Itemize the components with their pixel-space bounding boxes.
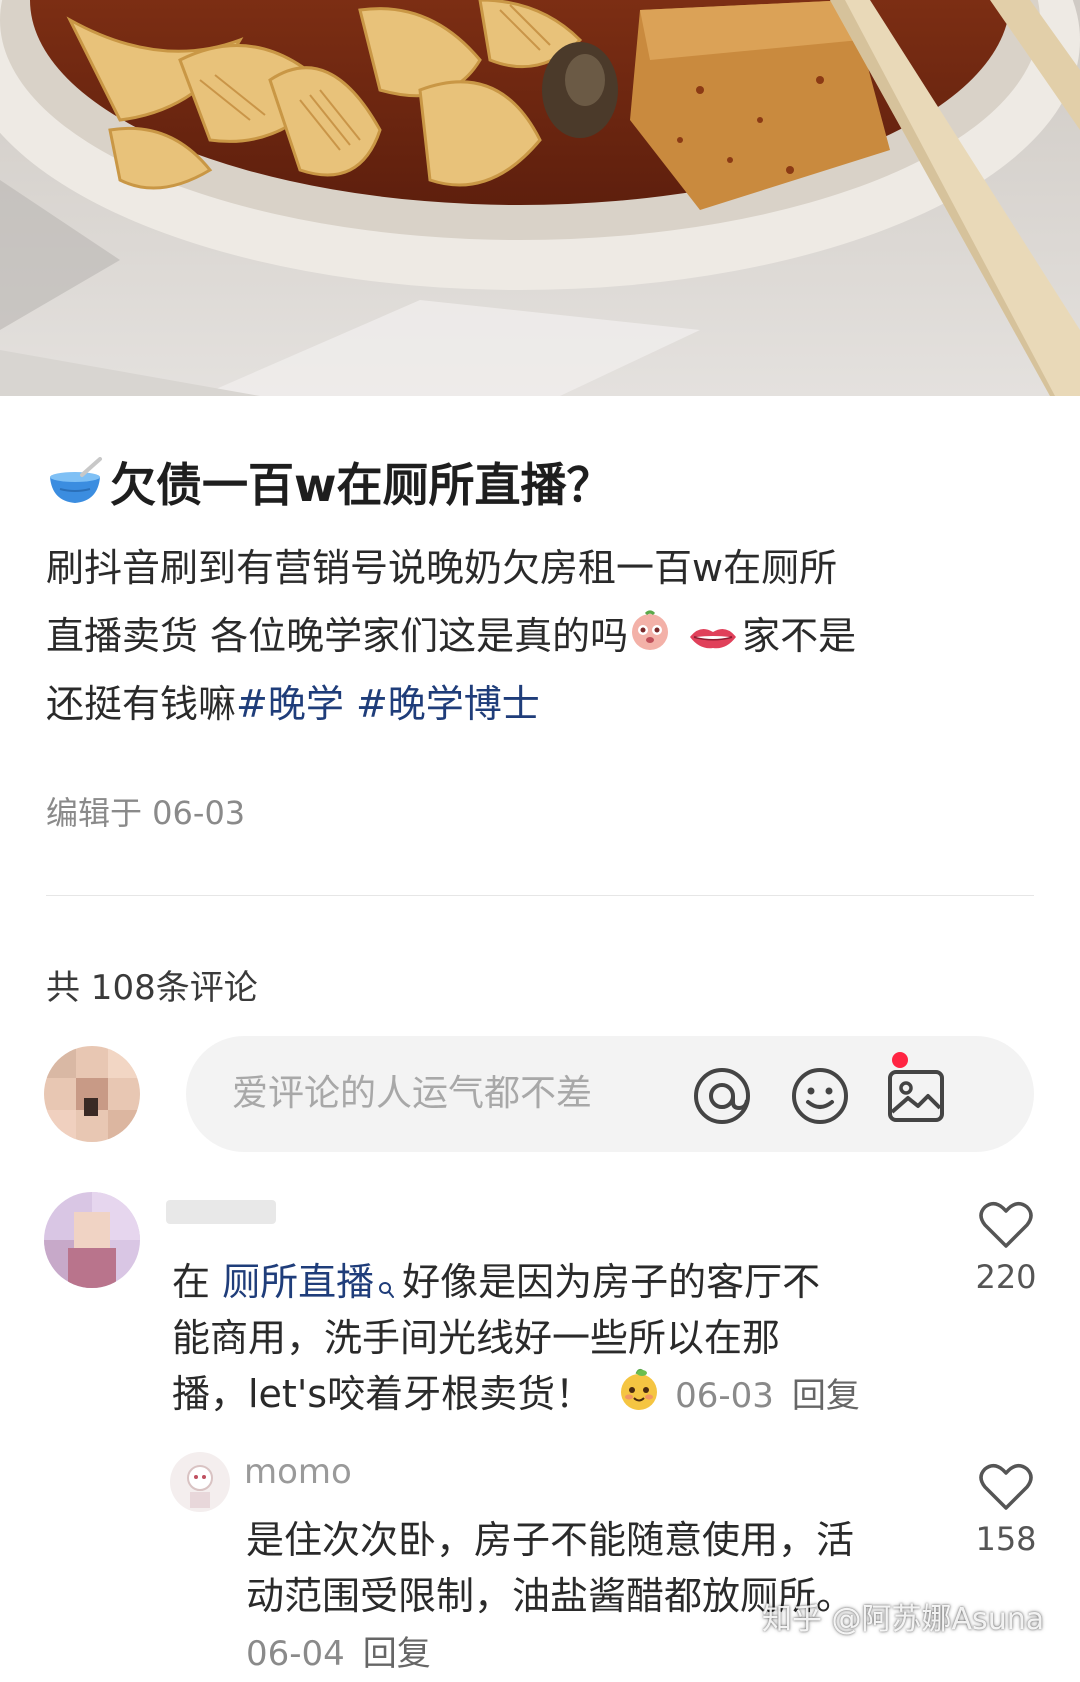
comment-text: 在 — [172, 1260, 211, 1304]
comment-line: 在 厕所直播 好像是因为房子的客厅不 — [172, 1254, 912, 1310]
comment-line: 是住次次卧，房子不能随意使用，活 — [246, 1518, 855, 1562]
comment-count: 共 108条评论 — [46, 968, 258, 1008]
comment-input[interactable]: 爱评论的人运气都不差 — [186, 1036, 1034, 1152]
like-count: 220 — [975, 1258, 1037, 1296]
post-image[interactable] — [0, 0, 1080, 396]
like-button[interactable]: 158 — [966, 1462, 1046, 1558]
comment-body: 在 厕所直播 好像是因为房子的客厅不 能商用，洗手间光线好一些所以在那 播，let… — [172, 1254, 912, 1422]
search-icon[interactable] — [378, 1258, 395, 1314]
post-body-text: 还挺有钱嘛 — [46, 682, 237, 726]
heart-icon[interactable] — [979, 1200, 1033, 1250]
like-button[interactable]: 220 — [966, 1200, 1046, 1296]
hashtag-link[interactable]: #晚学博士 — [356, 682, 540, 726]
post-title-text: 欠债一百w在厕所直播？ — [110, 458, 613, 512]
reply-button[interactable]: 回复 — [363, 1634, 431, 1674]
comment-date: 06-03 — [675, 1376, 774, 1416]
post-body-text: 直播卖货 各位晚学家们这是真的吗 — [46, 614, 629, 658]
bowl-emoji-icon — [46, 457, 104, 507]
mango-face-emoji-icon — [617, 1367, 661, 1426]
commenter-avatar[interactable] — [44, 1192, 140, 1288]
comment-line: 播，let's咬着牙根卖货！ 06-03 回复 — [172, 1366, 912, 1422]
hashtag-link[interactable]: #晚学 — [236, 682, 344, 726]
watermark: 知乎 @阿苏娜Asuna — [762, 1602, 1045, 1637]
username-blurred[interactable] — [166, 1200, 276, 1224]
reply-username[interactable]: momo — [244, 1452, 352, 1492]
at-icon[interactable] — [692, 1066, 752, 1126]
post-title: 欠债一百w在厕所直播？ — [46, 452, 613, 512]
heart-icon[interactable] — [979, 1462, 1033, 1512]
like-count: 158 — [975, 1520, 1037, 1558]
emoji-icon[interactable] — [790, 1066, 850, 1126]
post-body-line: 直播卖货 各位晚学家们这是真的吗 家不是 — [46, 602, 1046, 670]
image-icon[interactable] — [886, 1066, 946, 1126]
post-body-line: 还挺有钱嘛#晚学 #晚学博士 — [46, 670, 1046, 738]
search-keyword-link[interactable]: 厕所直播 — [222, 1260, 374, 1304]
post-body-text: 家不是 — [742, 614, 857, 658]
reply-button[interactable]: 回复 — [792, 1376, 860, 1416]
lips-emoji-icon — [688, 605, 738, 673]
my-avatar[interactable] — [44, 1046, 140, 1142]
comment-text: 好像是因为房子的客厅不 — [402, 1260, 821, 1304]
post-body-line: 刷抖音刷到有营销号说晚奶欠房租一百w在厕所 — [46, 546, 838, 590]
comment-input-placeholder: 爱评论的人运气都不差 — [232, 1073, 593, 1114]
comment-date: 06-04 — [246, 1634, 345, 1674]
shy-face-emoji-icon — [628, 605, 672, 673]
edited-timestamp: 编辑于 06-03 — [46, 794, 246, 832]
comment-text: 播，let's咬着牙根卖货！ — [172, 1372, 594, 1416]
post-body: 刷抖音刷到有营销号说晚奶欠房租一百w在厕所 直播卖货 各位晚学家们这是真的吗 家不… — [46, 534, 1046, 738]
divider — [46, 895, 1034, 896]
comment-line: 能商用，洗手间光线好一些所以在那 — [172, 1316, 781, 1360]
reply-avatar[interactable] — [170, 1452, 230, 1512]
